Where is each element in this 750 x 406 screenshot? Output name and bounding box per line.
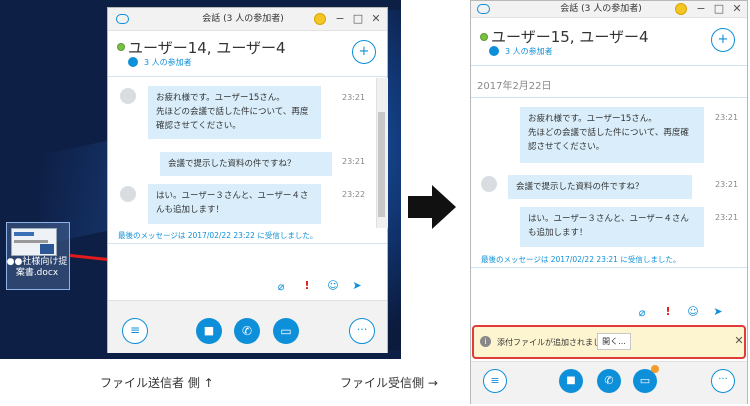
message-time: 23:21 [715,180,739,189]
transfer-arrow-body [408,196,433,218]
word-badge-icon [40,244,54,254]
avatar [120,88,136,104]
video-icon[interactable]: ■ [559,369,583,393]
video-icon[interactable]: ■ [196,318,222,344]
paperclip-icon[interactable]: ⌀ [274,280,288,293]
message-bubble: 会議で提示した資料の件ですね？ [160,152,332,176]
more-icon[interactable]: ··· [349,318,375,344]
receiver-participant-count[interactable]: 3 人の参加者 [505,46,553,57]
message-time: 23:21 [342,157,366,166]
receiver-window-title: 会話 (3 人の参加者) [560,4,642,14]
phone-icon[interactable]: ✆ [597,369,621,393]
maximize-icon[interactable]: □ [352,8,364,30]
input-separator [471,267,747,268]
docx-thumbnail-bar [14,232,34,236]
message-bubble: お疲れ様です。ユーザー15さん。 先ほどの会議で話した件について、再度確認させて… [520,107,704,163]
avatar [120,186,136,202]
chat-icon [477,4,490,14]
message-time: 23:21 [342,93,366,102]
avatar [481,176,497,192]
presence-online-icon [117,43,125,51]
header-separator [471,65,747,66]
sender-caption: ファイル送信者 側 ↑ [100,376,214,390]
dismiss-notification-icon[interactable]: ✕ [733,330,745,352]
paperclip-icon[interactable]: ⌀ [635,306,649,319]
desktop-file-label: ●●社様向け提案書.docx [6,257,68,278]
smile-icon[interactable] [314,13,326,25]
add-person-icon[interactable]: + [352,40,376,64]
message-bubble: 会議で提示した資料の件ですね？ [508,175,692,199]
close-icon[interactable]: ✕ [370,8,382,30]
people-icon [128,57,138,67]
scrollbar-thumb[interactable] [378,112,385,217]
minimize-icon[interactable]: − [334,8,346,30]
emoji-icon[interactable]: ☺ [686,305,700,318]
maximize-icon[interactable]: □ [713,0,725,20]
people-icon [489,46,499,56]
smile-icon[interactable] [675,3,687,15]
sender-participant-count[interactable]: 3 人の参加者 [144,57,192,68]
receiver-conversation-window: 会話 (3 人の参加者) − □ ✕ ユーザー15, ユーザー4 3 人の参加者… [470,0,748,404]
docx-thumbnail-line [14,240,48,243]
more-icon[interactable]: ··· [711,369,735,393]
phone-icon[interactable]: ✆ [234,318,260,344]
im-chat-icon[interactable]: ≡ [483,369,507,393]
minimize-icon[interactable]: − [695,0,707,20]
close-icon[interactable]: ✕ [731,0,743,20]
sender-participants: ユーザー14, ユーザー4 [128,39,286,57]
chat-icon [116,14,129,24]
conversation-date: 2017年2月22日 [477,81,552,92]
receiver-caption: ファイル受信側 → [340,376,438,390]
last-message-status: 最後のメッセージは 2017/02/22 23:21 に受信しました。 [481,255,681,264]
sender-window-title: 会話 (3 人の参加者) [202,14,284,24]
header-separator [108,76,387,77]
message-time: 23:21 [715,113,739,122]
presence-online-icon [480,33,488,41]
add-person-icon[interactable]: + [711,28,735,52]
date-separator [471,97,747,98]
message-bubble: お疲れ様です。ユーザー15さん。 先ほどの会議で話した件について、再度確認させて… [148,86,321,139]
share-badge-icon [651,365,659,373]
message-bubble: はい。ユーザー３さんと、ユーザー４さんも追加します！ [520,207,704,247]
monitor-icon[interactable]: ▭ [273,318,299,344]
message-time: 23:21 [715,213,739,222]
input-separator [108,243,387,244]
open-attachment-button[interactable]: 開く... [597,333,631,350]
send-icon[interactable]: ➤ [711,305,725,318]
transfer-arrow-head [432,185,456,229]
message-time: 23:22 [342,190,366,199]
send-icon[interactable]: ➤ [350,279,364,292]
last-message-status: 最後のメッセージは 2017/02/22 23:22 に受信しました。 [118,231,318,240]
emoji-icon[interactable]: ☺ [326,279,340,292]
exclamation-icon[interactable]: ! [300,279,314,292]
sender-conversation-window: 会話 (3 人の参加者) − □ ✕ ユーザー14, ユーザー4 3 人の参加者… [107,7,388,353]
receiver-participants: ユーザー15, ユーザー4 [491,28,649,46]
im-chat-icon[interactable]: ≡ [122,318,148,344]
exclamation-icon[interactable]: ! [661,305,675,318]
info-icon: i [480,336,491,347]
message-bubble: はい。ユーザー３さんと、ユーザー４さんも追加します！ [148,184,321,224]
